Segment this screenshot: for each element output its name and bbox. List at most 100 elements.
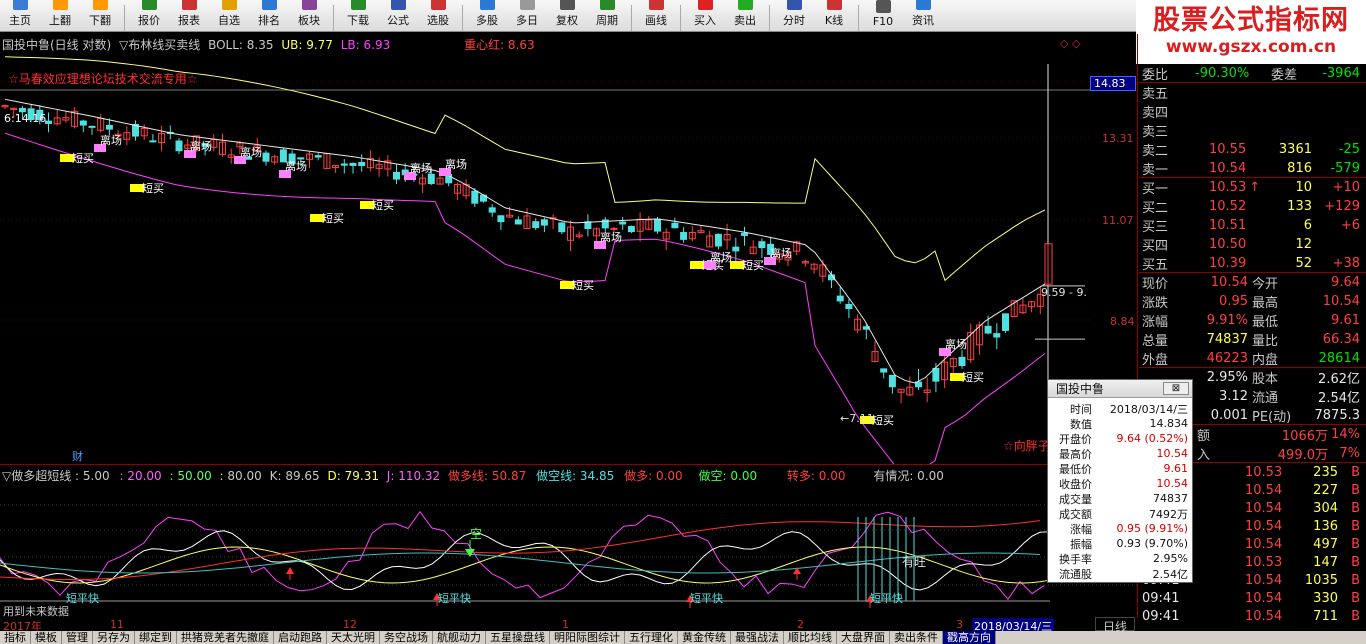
stat-row: 总量 74837 量比 66.34	[1139, 330, 1366, 349]
flow-value: 499.0万	[1277, 447, 1328, 463]
order-label: 买五	[1142, 257, 1169, 273]
order-price: 10.52	[1209, 199, 1247, 214]
formula-tab[interactable]: 另存为	[93, 631, 135, 644]
tick-side: B	[1351, 554, 1360, 570]
info-value: 有情况: 0.00	[873, 469, 944, 483]
main-chart-header: 国投中鲁(日线 对数) ▽布林线买卖线 BOLL: 8.35 UB: 9.77 …	[2, 36, 535, 53]
order-change: +10	[1332, 180, 1360, 195]
order-label: 买二	[1142, 201, 1169, 216]
toolbar-button[interactable]: 画线	[636, 0, 676, 31]
download-icon	[350, 0, 366, 10]
formula-tab[interactable]: 拱猪竞羌者先撤庭	[177, 631, 274, 644]
period-tab-daily[interactable]: 日线	[1095, 617, 1135, 634]
formula-tab[interactable]: 航舰动力	[433, 631, 486, 644]
order-book-row: 买一 10.53 ↑ 10 +10	[1139, 178, 1366, 197]
tick-side: B	[1351, 536, 1360, 552]
watchlist-icon	[221, 0, 237, 10]
formula-tab[interactable]: 五星操盘线	[486, 631, 550, 644]
order-volume: 6	[1303, 218, 1312, 233]
toolbar-button[interactable]: 下翻	[80, 0, 120, 31]
fundamental-value: 0.001	[1210, 407, 1248, 423]
weicha-label: 委差	[1271, 67, 1298, 83]
formula-tab[interactable]: 指标	[0, 631, 31, 644]
formula-tab[interactable]: 务空战场	[380, 631, 433, 644]
finance-marker[interactable]: 财	[72, 448, 83, 464]
tick-price: 10.54	[1245, 500, 1283, 516]
order-book-row: 买五 10.39 52 +38	[1139, 254, 1366, 273]
tick-volume: 1035	[1304, 572, 1338, 588]
formula-tab[interactable]: 绑定到	[135, 631, 177, 644]
indicator-title[interactable]: ▽做多超短线 : 5.00	[2, 469, 110, 483]
toolbar-button-label: 排名	[258, 14, 280, 27]
page-up-icon	[52, 0, 68, 10]
toolbar-button[interactable]: 资讯	[903, 0, 943, 31]
chart-corner-icon[interactable]: ◇ ◇	[1060, 37, 1080, 50]
future-data-label: 用到未来数据	[3, 605, 69, 618]
toolbar-separator	[680, 5, 681, 31]
k-value: K: 89.65	[269, 469, 320, 483]
formula-tab[interactable]: 顺比均线	[784, 631, 837, 644]
tooltip-value: 14.834	[1149, 417, 1189, 430]
toolbar-button[interactable]: 报表	[169, 0, 209, 31]
order-label: 买三	[1142, 220, 1169, 235]
formula-tab[interactable]: 模板	[31, 631, 62, 644]
tooltip-key: 换手率	[1059, 552, 1092, 566]
toolbar-button[interactable]: 多日	[507, 0, 547, 31]
formula-tab[interactable]: 天太光明	[327, 631, 380, 644]
toolbar-button[interactable]: 复权	[547, 0, 587, 31]
candle-body	[558, 222, 566, 233]
formula-tab[interactable]: 明阳际图综计	[550, 631, 625, 644]
toolbar-button[interactable]: 报价	[129, 0, 169, 31]
candle-body	[393, 171, 400, 180]
toolbar-button-label: 报价	[138, 14, 160, 27]
toolbar-button[interactable]: 下载	[338, 0, 378, 31]
formula-tab[interactable]: 卖出条件	[890, 631, 943, 644]
toolbar-button[interactable]: F10	[863, 0, 903, 31]
toolbar-button[interactable]: 卖出	[725, 0, 765, 31]
tick-volume: 330	[1313, 590, 1338, 606]
toolbar-button[interactable]: K线	[814, 0, 854, 31]
toolbar-separator	[769, 5, 770, 31]
main-chart[interactable]: 短买短买短买短买短买短买短买短买短买离场离场离场离场离场离场离场离场离场离场 国…	[0, 34, 1138, 464]
buy-icon	[697, 0, 713, 10]
indicator-canvas[interactable]	[0, 465, 1138, 621]
tooltip-close-button[interactable]: ⊠	[1163, 382, 1189, 395]
toolbar-button[interactable]: 主页	[0, 0, 40, 31]
main-chart-canvas[interactable]: 短买短买短买短买短买短买短买短买短买离场离场离场离场离场离场离场离场离场离场	[0, 34, 1138, 464]
formula-tab[interactable]: 戳高方向	[943, 631, 996, 644]
tooltip-row: 成交量 74837	[1048, 491, 1192, 506]
formula-tab[interactable]: 大盘界面	[837, 631, 890, 644]
candle-body	[540, 219, 548, 226]
toolbar-button[interactable]: 买入	[685, 0, 725, 31]
formula-tab[interactable]: 启动跑路	[274, 631, 327, 644]
toolbar-button-label: 画线	[645, 14, 667, 27]
toolbar-button[interactable]: 排名	[249, 0, 289, 31]
toolbar-button[interactable]: 公式	[378, 0, 418, 31]
draw-line-icon	[648, 0, 664, 10]
candle-body	[619, 221, 627, 225]
candle-body	[471, 190, 479, 204]
toolbar-button[interactable]: 周期	[587, 0, 627, 31]
fundamental-value: 3.12	[1219, 389, 1248, 404]
toolbar-button[interactable]: 板块	[289, 0, 329, 31]
exit-signal-label: 离场	[445, 157, 467, 171]
formula-tab[interactable]: 黄金传统	[678, 631, 731, 644]
toolbar-button[interactable]: 上翻	[40, 0, 80, 31]
formula-tab[interactable]: 管理	[62, 631, 93, 644]
date-axis: 2017年 11 12 1 2 3 2018/03/14/三	[0, 618, 1138, 634]
toolbar-button[interactable]: 自选	[209, 0, 249, 31]
stat-label: 最低	[1252, 315, 1279, 330]
candle-body	[932, 367, 940, 382]
formula-tab[interactable]: 五行理化	[625, 631, 678, 644]
indicator-name[interactable]: ▽布林线买卖线	[119, 38, 200, 52]
brand-title: 股票公式指标网	[1153, 5, 1349, 36]
indicator-chart[interactable]: ▽做多超短线 : 5.00 : 20.00 : 50.00 : 80.00 K:…	[0, 464, 1138, 620]
tick-price: 10.54	[1245, 482, 1283, 498]
toolbar-button[interactable]: 多股	[467, 0, 507, 31]
stat-row: 现价 10.54 今开 9.64	[1139, 273, 1366, 292]
toolbar-button[interactable]: 选股	[418, 0, 458, 31]
toolbar-button[interactable]: 分时	[774, 0, 814, 31]
formula-tab[interactable]: 最强战法	[731, 631, 784, 644]
tooltip-key: 成交量	[1059, 492, 1092, 506]
fundamental-value: 7875.3	[1314, 407, 1361, 423]
